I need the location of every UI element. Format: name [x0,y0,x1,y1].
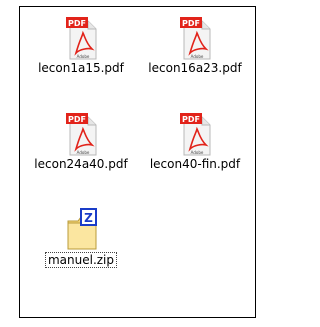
pdf-file-icon: PDF Adobe [178,111,214,157]
svg-text:Adobe: Adobe [77,150,90,155]
file-name-label: lecon40-fin.pdf [149,157,241,171]
svg-text:Adobe: Adobe [191,150,204,155]
svg-text:PDF: PDF [68,19,86,28]
file-item-manuel-zip[interactable]: Z manuel.zip [26,207,136,293]
svg-text:Adobe: Adobe [191,54,204,59]
pdf-file-icon: PDF Adobe [178,15,214,61]
file-item-lecon16a23[interactable]: PDF Adobe lecon16a23.pdf [140,15,250,101]
file-name-label: lecon16a23.pdf [148,61,242,75]
file-item-lecon40-fin[interactable]: PDF Adobe lecon40-fin.pdf [140,111,250,197]
svg-text:Adobe: Adobe [77,54,90,59]
file-item-lecon24a40[interactable]: PDF Adobe lecon24a40.pdf [26,111,136,197]
file-name-text: manuel.zip [44,252,118,268]
pdf-file-icon: PDF Adobe [64,15,100,61]
file-item-lecon1a15[interactable]: PDF Adobe lecon1a15.pdf [26,15,136,101]
svg-text:Z: Z [84,211,93,225]
svg-text:PDF: PDF [182,19,200,28]
zip-file-icon: Z [64,207,100,253]
file-view-panel: PDF Adobe lecon1a15.pdf PDF Adobe lecon1… [19,6,256,318]
svg-text:PDF: PDF [182,115,200,124]
file-name-label: lecon1a15.pdf [38,61,124,75]
file-name-label: lecon24a40.pdf [34,157,128,171]
svg-text:PDF: PDF [68,115,86,124]
pdf-file-icon: PDF Adobe [64,111,100,157]
file-name-label: manuel.zip [26,252,136,268]
